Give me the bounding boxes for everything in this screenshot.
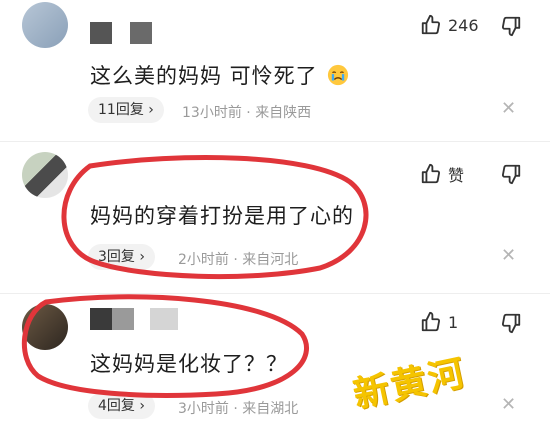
chevron-right-icon: › bbox=[148, 102, 154, 118]
comment-meta: 13小时前 · 来自陕西 bbox=[182, 105, 312, 121]
like-count: 246 bbox=[448, 15, 479, 35]
comment-3: 1 这妈妈是化妆了？？ 4回复 › 3小时前 · 来自湖北 ✕ bbox=[0, 294, 550, 435]
close-icon[interactable]: ✕ bbox=[501, 245, 516, 266]
avatar[interactable] bbox=[22, 2, 68, 48]
like-button[interactable]: 246 bbox=[420, 14, 479, 36]
replies-button[interactable]: 11回复 › bbox=[88, 97, 164, 123]
comment-meta: 3小时前 · 来自湖北 bbox=[178, 401, 299, 417]
like-button[interactable]: 1 bbox=[420, 311, 458, 333]
thumbs-down-icon[interactable] bbox=[500, 163, 522, 185]
comment-1: 246 这么美的妈妈 可怜死了 11回复 › 13小时前 · 来自陕西 ✕ bbox=[0, 0, 550, 140]
comment-2: 赞 妈妈的穿着打扮是用了心的 3回复 › 2小时前 · 来自河北 ✕ bbox=[0, 142, 550, 292]
highlight-ring bbox=[21, 294, 309, 398]
username-blurred[interactable] bbox=[90, 22, 152, 44]
thumbs-up-icon bbox=[421, 163, 441, 184]
close-icon[interactable]: ✕ bbox=[501, 98, 516, 119]
comment-text: 这么美的妈妈 可怜死了 bbox=[90, 60, 349, 90]
chevron-right-icon: › bbox=[139, 398, 145, 414]
like-count: 1 bbox=[448, 312, 459, 332]
like-label: 赞 bbox=[448, 166, 465, 185]
thumbs-down-icon[interactable] bbox=[500, 15, 522, 37]
close-icon[interactable]: ✕ bbox=[501, 394, 516, 415]
thumbs-up-icon bbox=[421, 14, 441, 35]
thumbs-down-icon[interactable] bbox=[500, 312, 522, 334]
thumbs-up-icon bbox=[421, 311, 441, 332]
like-button[interactable]: 赞 bbox=[420, 162, 464, 186]
crying-face-emoji bbox=[328, 64, 349, 86]
highlight-ring bbox=[61, 155, 369, 280]
